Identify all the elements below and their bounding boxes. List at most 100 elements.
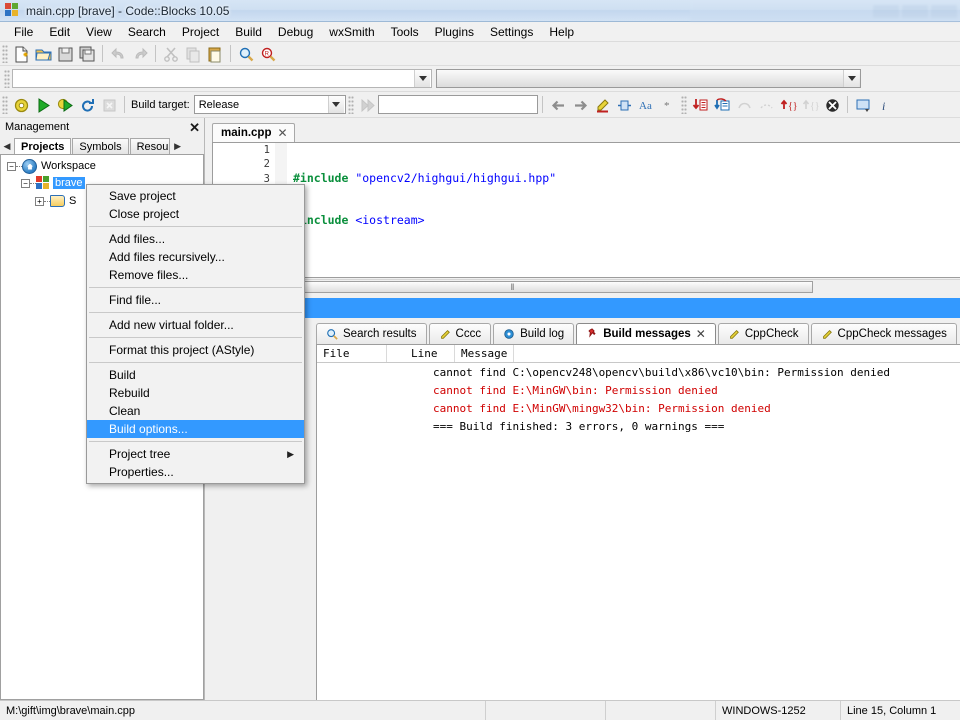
table-row[interactable]: cannot find E:\MinGW\mingw32\bin: Permis…	[317, 399, 960, 417]
break-debugger-icon[interactable]: {}	[799, 95, 821, 115]
project-context-menu[interactable]: Save project Close project Add files... …	[86, 184, 305, 484]
menu-debug[interactable]: Debug	[270, 23, 321, 41]
debug-info-icon[interactable]: i	[874, 95, 896, 115]
menu-search[interactable]: Search	[120, 23, 174, 41]
cut-icon[interactable]	[160, 44, 182, 64]
tab-build-messages[interactable]: Build messages ✕	[576, 323, 716, 344]
table-row[interactable]: === Build finished: 3 errors, 0 warnings…	[317, 417, 960, 435]
close-icon[interactable]: ✕	[189, 121, 200, 134]
column-header-message[interactable]: Message	[455, 345, 515, 362]
aa-icon[interactable]: Aa	[635, 95, 657, 115]
tree-node-workspace[interactable]: − Workspace	[1, 155, 203, 174]
close-button[interactable]	[931, 4, 957, 18]
tab-projects[interactable]: Projects	[14, 138, 72, 154]
chevron-down-icon[interactable]	[414, 70, 430, 87]
tab-cppcheck[interactable]: CppCheck	[717, 323, 809, 344]
ctx-format-project-astyle[interactable]: Format this project (AStyle)	[87, 341, 304, 359]
new-file-icon[interactable]	[10, 44, 32, 64]
step-over-icon[interactable]	[711, 95, 733, 115]
toolbar-grip[interactable]	[2, 95, 8, 114]
save-icon[interactable]	[54, 44, 76, 64]
rebuild-icon[interactable]	[76, 95, 98, 115]
step-out-icon[interactable]: {}	[777, 95, 799, 115]
abort-build-icon[interactable]	[98, 95, 120, 115]
build-icon[interactable]	[10, 95, 32, 115]
tab-symbols[interactable]: Symbols	[72, 138, 129, 154]
ctx-rebuild[interactable]: Rebuild	[87, 384, 304, 402]
close-icon[interactable]: ✕	[696, 327, 706, 341]
menu-file[interactable]: File	[6, 23, 41, 41]
asterisk-icon[interactable]: *	[657, 95, 679, 115]
tab-cccc[interactable]: Cccc	[428, 323, 492, 344]
toolbar-grip[interactable]	[680, 95, 687, 114]
paste-icon[interactable]	[204, 44, 226, 64]
tab-search-results[interactable]: Search results	[316, 323, 427, 344]
menu-edit[interactable]: Edit	[41, 23, 78, 41]
window-controls[interactable]	[690, 0, 960, 22]
expander-icon[interactable]: −	[21, 178, 30, 188]
ctx-close-project[interactable]: Close project	[87, 205, 304, 223]
close-icon[interactable]: ✕	[277, 126, 287, 140]
ctx-build-options[interactable]: Build options...	[87, 420, 304, 438]
menu-wxsmith[interactable]: wxSmith	[321, 23, 382, 41]
tab-resources[interactable]: Resou	[129, 138, 170, 154]
tab-main-cpp[interactable]: main.cpp ✕	[212, 123, 295, 142]
toolbar-grip[interactable]	[347, 95, 354, 114]
ctx-add-files-recursively[interactable]: Add files recursively...	[87, 248, 304, 266]
build-target-combo[interactable]: Release	[193, 95, 346, 114]
chevron-left-icon[interactable]: ◀	[0, 138, 14, 154]
ctx-find-file[interactable]: Find file...	[87, 291, 304, 309]
chevron-down-icon[interactable]	[327, 96, 344, 113]
tab-build-log[interactable]: Build log	[493, 323, 575, 344]
maximize-button[interactable]	[902, 4, 928, 18]
open-file-icon[interactable]	[32, 44, 54, 64]
undo-icon[interactable]	[107, 44, 129, 64]
ctx-add-files[interactable]: Add files...	[87, 230, 304, 248]
debug-continue-icon[interactable]	[356, 95, 378, 115]
redo-icon[interactable]	[129, 44, 151, 64]
scope-combo[interactable]	[12, 69, 432, 88]
replace-icon[interactable]: R	[257, 44, 279, 64]
find-icon[interactable]	[235, 44, 257, 64]
column-header-line[interactable]: Line	[387, 345, 455, 362]
run-to-cursor-icon[interactable]	[733, 95, 755, 115]
menu-project[interactable]: Project	[174, 23, 227, 41]
table-row[interactable]: cannot find E:\MinGW\bin: Permission den…	[317, 381, 960, 399]
ctx-project-tree[interactable]: Project tree ▶	[87, 445, 304, 463]
toolbar-grip[interactable]	[2, 44, 8, 63]
ctx-properties[interactable]: Properties...	[87, 463, 304, 481]
column-header-file[interactable]: File	[317, 345, 387, 362]
tab-cppcheck-messages[interactable]: CppCheck messages	[810, 323, 957, 344]
menu-build[interactable]: Build	[227, 23, 270, 41]
highlight-icon[interactable]	[591, 95, 613, 115]
editor-hscrollbar[interactable]: ‖	[212, 279, 960, 293]
save-all-icon[interactable]	[76, 44, 98, 64]
chevron-right-icon[interactable]: ▶	[171, 138, 185, 154]
minimize-button[interactable]	[873, 4, 899, 18]
selected-log-row-highlight[interactable]	[206, 298, 960, 318]
menu-help[interactable]: Help	[541, 23, 582, 41]
toolbar-grip[interactable]	[4, 69, 10, 88]
next-line-icon[interactable]	[755, 95, 777, 115]
menu-settings[interactable]: Settings	[482, 23, 541, 41]
forward-arrow-icon[interactable]	[569, 95, 591, 115]
menu-tools[interactable]: Tools	[383, 23, 427, 41]
ctx-save-project[interactable]: Save project	[87, 187, 304, 205]
code-editor[interactable]: 1 2 3 4 5 6 7 8 9 10 11 12 13 14	[212, 142, 960, 278]
stop-debugger-icon[interactable]	[821, 95, 843, 115]
build-messages-table[interactable]: File Line Message cannot find C:\opencv2…	[316, 344, 960, 700]
code-text[interactable]: #include "opencv2/highgui/highgui.hpp" #…	[293, 143, 960, 277]
menu-view[interactable]: View	[78, 23, 120, 41]
step-into-icon[interactable]	[689, 95, 711, 115]
expander-icon[interactable]: +	[35, 196, 44, 206]
ctx-add-new-virtual-folder[interactable]: Add new virtual folder...	[87, 316, 304, 334]
back-arrow-icon[interactable]	[547, 95, 569, 115]
build-and-run-icon[interactable]	[54, 95, 76, 115]
expander-icon[interactable]: −	[7, 161, 16, 171]
menu-plugins[interactable]: Plugins	[427, 23, 482, 41]
ctx-clean[interactable]: Clean	[87, 402, 304, 420]
debug-window-icon[interactable]	[852, 95, 874, 115]
run-icon[interactable]	[32, 95, 54, 115]
toggle-bookmark-icon[interactable]	[613, 95, 635, 115]
copy-icon[interactable]	[182, 44, 204, 64]
